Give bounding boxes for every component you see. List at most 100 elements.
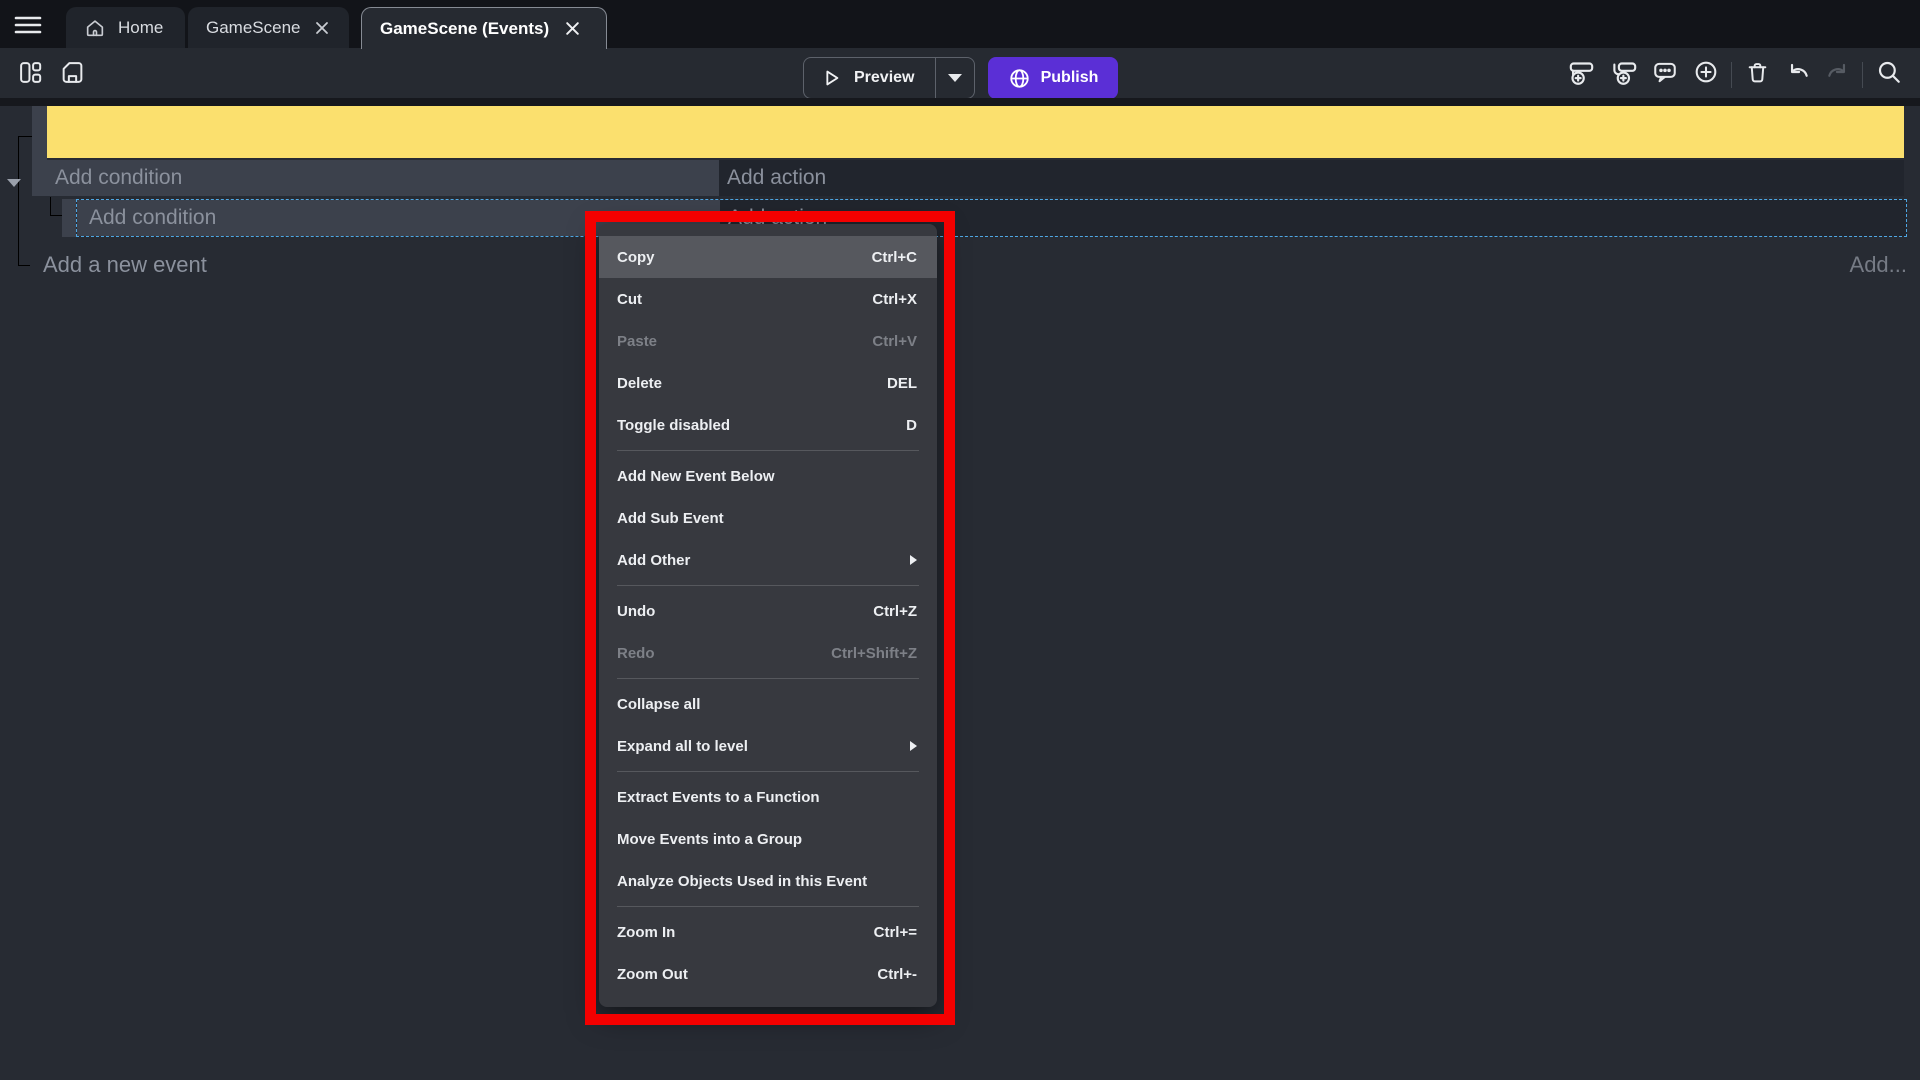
context-menu-item[interactable]: Zoom In Ctrl+= (599, 911, 937, 953)
menu-item-label: Copy (617, 249, 872, 266)
add-event-button[interactable] (1563, 54, 1599, 90)
layout-panel-icon (18, 60, 43, 85)
add-more-link[interactable]: Add... (1850, 252, 1907, 278)
main-menu-button[interactable] (10, 9, 46, 41)
context-menu-item[interactable]: Toggle disabled D (599, 404, 937, 446)
menu-separator (617, 678, 919, 679)
add-new-event-link[interactable]: Add a new event (43, 252, 207, 278)
menu-item-label: Paste (617, 333, 872, 350)
undo-button[interactable] (1780, 54, 1816, 90)
context-menu-item[interactable]: Zoom Out Ctrl+- (599, 953, 937, 995)
menu-separator (617, 771, 919, 772)
menu-separator (617, 906, 919, 907)
menu-item-label: Add New Event Below (617, 468, 917, 485)
tab-label: GameScene (206, 18, 301, 38)
menu-item-shortcut: Ctrl+C (872, 249, 917, 266)
close-tab-icon[interactable] (313, 17, 332, 39)
hamburger-icon (13, 13, 43, 37)
preview-options-button[interactable] (936, 74, 974, 82)
menu-item-shortcut: Ctrl+X (872, 291, 917, 308)
submenu-arrow-icon (910, 741, 917, 751)
menu-separator (617, 585, 919, 586)
menu-item-label: Add Sub Event (617, 510, 917, 527)
selected-subevent-row[interactable]: Add condition Add action (76, 199, 1907, 237)
menu-item-label: Move Events into a Group (617, 831, 917, 848)
save-project-button[interactable] (54, 54, 90, 90)
comment-event-block[interactable] (47, 106, 1904, 158)
context-menu-item[interactable]: Analyze Objects Used in this Event (599, 860, 937, 902)
context-menu-item[interactable]: Extract Events to a Function (599, 776, 937, 818)
add-comment-button[interactable] (1647, 54, 1683, 90)
context-menu-item[interactable]: Redo Ctrl+Shift+Z (599, 632, 937, 674)
preview-button-main[interactable]: Preview (804, 67, 935, 89)
home-icon (84, 17, 106, 39)
menu-item-label: Extract Events to a Function (617, 789, 917, 806)
play-icon (820, 67, 842, 89)
tab-label: GameScene (Events) (380, 19, 549, 39)
menu-item-label: Collapse all (617, 696, 917, 713)
context-menu-item[interactable]: Paste Ctrl+V (599, 320, 937, 362)
menu-item-label: Delete (617, 375, 887, 392)
context-menu-item[interactable]: Cut Ctrl+X (599, 278, 937, 320)
choose-event-button[interactable] (1688, 54, 1724, 90)
tab-bar: Home GameScene GameScene (Events) (0, 0, 1920, 48)
context-menu-item[interactable]: Expand all to level (599, 725, 937, 767)
menu-item-shortcut: Ctrl+= (874, 924, 917, 941)
context-menu-item[interactable]: Undo Ctrl+Z (599, 590, 937, 632)
close-tab-icon[interactable] (561, 18, 583, 40)
context-menu-item[interactable]: Move Events into a Group (599, 818, 937, 860)
add-sub-event-icon (1611, 59, 1638, 86)
context-menu-item[interactable]: Copy Ctrl+C (599, 236, 937, 278)
tree-bottom-elbow (18, 265, 30, 266)
menu-item-shortcut: Ctrl+V (872, 333, 917, 350)
menu-item-shortcut: Ctrl+Z (873, 603, 917, 620)
publish-button[interactable]: Publish (988, 57, 1118, 99)
add-condition-link[interactable]: Add condition (47, 160, 719, 196)
search-events-button[interactable] (1871, 54, 1907, 90)
trash-icon (1745, 60, 1770, 85)
redo-icon (1825, 59, 1851, 85)
toggle-project-panel-button[interactable] (12, 54, 48, 90)
add-sub-event-button[interactable] (1606, 54, 1642, 90)
preview-button-label: Preview (854, 69, 914, 87)
context-menu-item[interactable]: Collapse all (599, 683, 937, 725)
preview-button[interactable]: Preview (803, 57, 975, 99)
menu-item-shortcut: DEL (887, 375, 917, 392)
tab-home[interactable]: Home (66, 7, 185, 48)
subevent-drag-handle[interactable] (62, 199, 76, 237)
menu-item-label: Cut (617, 291, 872, 308)
toolbar-divider (1862, 62, 1863, 88)
add-circle-icon (1693, 59, 1719, 85)
menu-item-label: Redo (617, 645, 831, 662)
menu-item-label: Zoom In (617, 924, 874, 941)
undo-icon (1785, 59, 1811, 85)
add-event-icon (1568, 59, 1595, 86)
menu-item-label: Expand all to level (617, 738, 898, 755)
search-icon (1876, 59, 1902, 85)
redo-button[interactable] (1820, 54, 1856, 90)
context-menu-item[interactable]: Delete DEL (599, 362, 937, 404)
publish-button-label: Publish (1041, 69, 1099, 87)
menu-item-label: Add Other (617, 552, 898, 569)
context-menu-item[interactable]: Add Sub Event (599, 497, 937, 539)
submenu-arrow-icon (910, 555, 917, 565)
context-menu-item[interactable]: Add New Event Below (599, 455, 937, 497)
event-condition-cell[interactable]: Add condition (47, 160, 719, 196)
tab-gamescene[interactable]: GameScene (188, 7, 349, 48)
tab-gamescene-events[interactable]: GameScene (Events) (361, 7, 607, 49)
menu-item-shortcut: Ctrl+Shift+Z (831, 645, 917, 662)
add-action-link[interactable]: Add action (719, 160, 1904, 196)
context-menu-item[interactable]: Add Other (599, 539, 937, 581)
toolbar-bottom-edge (0, 98, 1920, 106)
menu-item-label: Undo (617, 603, 873, 620)
tree-vertical-line (18, 136, 19, 266)
save-icon (60, 60, 85, 85)
event-action-cell[interactable]: Add action (719, 160, 1904, 196)
globe-icon (1008, 67, 1031, 90)
tab-label: Home (118, 18, 163, 38)
event-drag-handle[interactable] (32, 106, 47, 196)
delete-selection-button[interactable] (1739, 54, 1775, 90)
menu-separator (617, 450, 919, 451)
menu-item-label: Zoom Out (617, 966, 877, 983)
collapse-event-icon[interactable] (7, 179, 21, 187)
